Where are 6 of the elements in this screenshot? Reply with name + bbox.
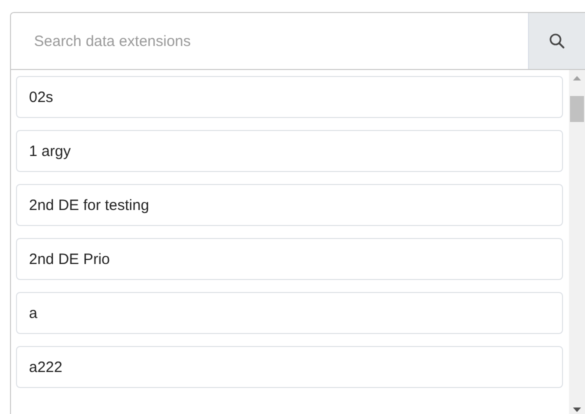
list-item[interactable]: a222 (16, 346, 563, 388)
list-item[interactable]: 2nd DE Prio (16, 238, 563, 280)
list-item[interactable]: 1 argy (16, 130, 563, 172)
list-item[interactable]: 2nd DE for testing (16, 184, 563, 226)
list-item[interactable]: 02s (16, 76, 563, 118)
list-item[interactable]: a (16, 292, 563, 334)
